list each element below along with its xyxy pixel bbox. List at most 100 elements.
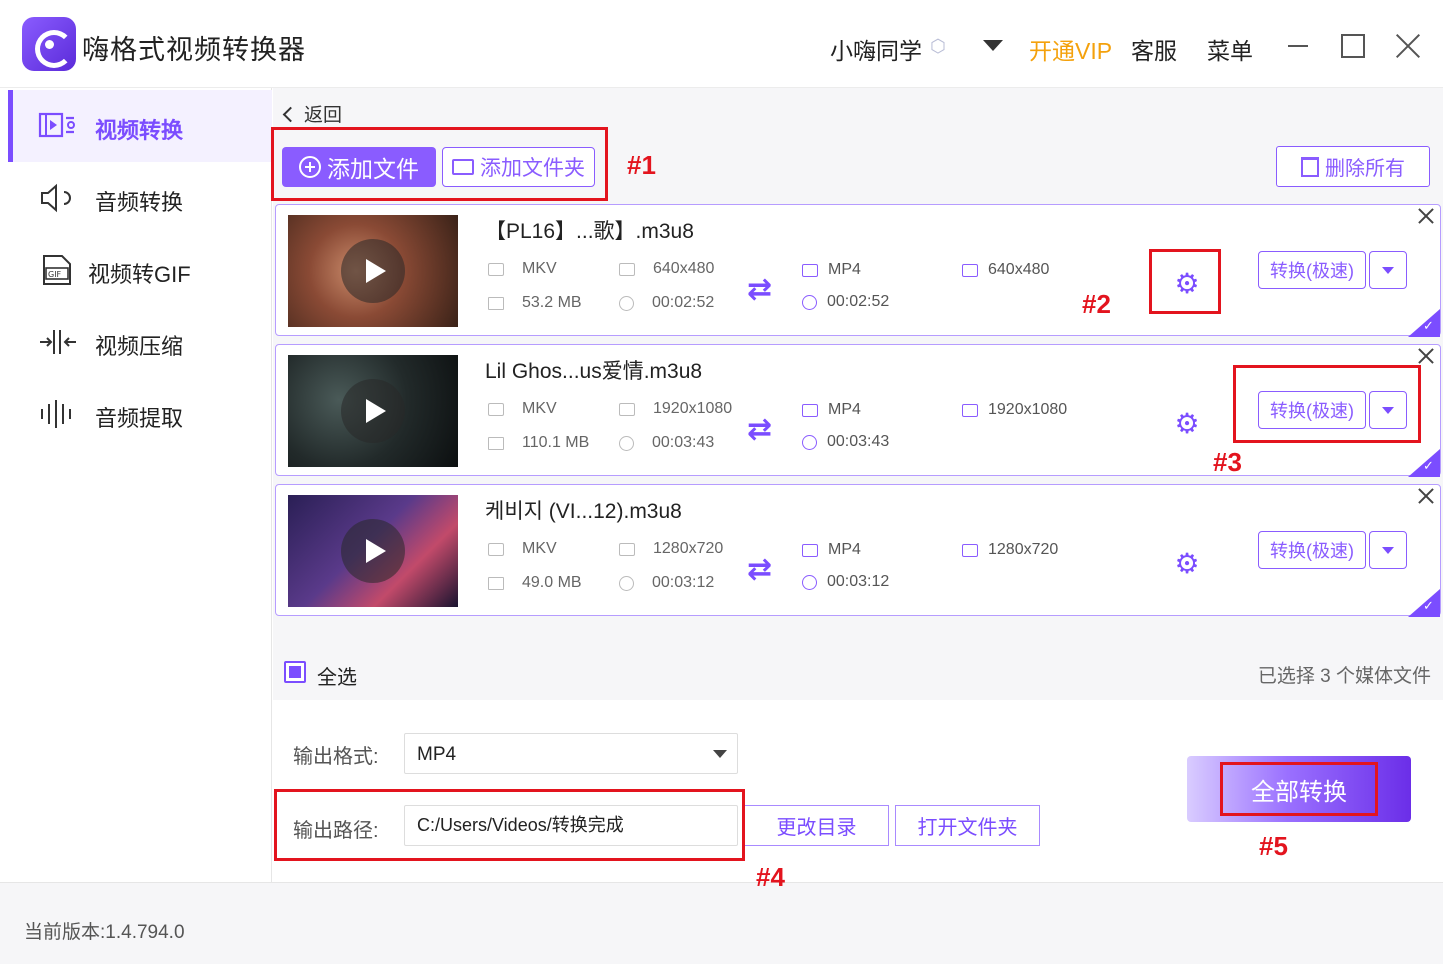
output-resolution: 640x480 — [962, 261, 1049, 279]
play-icon[interactable] — [341, 519, 405, 583]
folder-icon — [488, 296, 504, 310]
settings-gear-icon[interactable]: ⚙ — [1170, 407, 1204, 441]
remove-file-icon[interactable] — [1418, 208, 1434, 224]
menu-link[interactable]: 菜单 — [1207, 32, 1253, 66]
clock-icon — [802, 434, 817, 450]
output-format[interactable]: MP4 — [802, 261, 861, 279]
sidebar-item-label: 视频转GIF — [88, 262, 191, 287]
resolution-icon — [619, 402, 635, 416]
input-duration: 00:03:12 — [619, 574, 714, 592]
selected-count: 已选择 3 个媒体文件 — [1257, 666, 1431, 687]
select-all-row: 全选 已选择 3 个媒体文件 — [273, 644, 1443, 700]
user-name[interactable]: 小嗨同学 — [830, 32, 922, 66]
remove-file-icon[interactable] — [1418, 488, 1434, 504]
shuffle-arrows-icon: ⇄ — [747, 273, 773, 306]
maximize-button[interactable] — [1341, 34, 1365, 58]
video-thumbnail[interactable] — [288, 495, 458, 607]
film-icon — [802, 403, 818, 417]
selected-check-icon[interactable] — [1408, 589, 1440, 617]
file-card[interactable]: 【PL16】...歌】.m3u8 MKV 640x480 53.2 MB 00:… — [275, 204, 1441, 337]
output-format[interactable]: MP4 — [802, 401, 861, 419]
input-resolution: 1920x1080 — [619, 400, 732, 418]
vip-link[interactable]: 开通VIP — [1029, 32, 1112, 66]
clock-icon — [619, 435, 634, 451]
input-size: 110.1 MB — [488, 434, 589, 452]
resolution-icon — [619, 262, 635, 276]
film-icon — [488, 402, 504, 416]
input-duration: 00:02:52 — [619, 294, 714, 312]
output-duration: 00:03:12 — [802, 573, 889, 591]
shuffle-arrows-icon: ⇄ — [747, 413, 773, 446]
convert-dropdown-button[interactable] — [1369, 531, 1407, 569]
convert-dropdown-button[interactable] — [1369, 251, 1407, 289]
delete-all-button[interactable]: 删除所有 — [1276, 146, 1430, 187]
back-chevron-icon — [282, 106, 299, 123]
sidebar-item-video-compress[interactable]: 视频压缩 — [8, 306, 272, 378]
settings-gear-icon[interactable]: ⚙ — [1170, 547, 1204, 581]
trash-icon — [1301, 156, 1319, 177]
film-icon — [488, 262, 504, 276]
output-duration: 00:03:43 — [802, 433, 889, 451]
output-resolution: 1920x1080 — [962, 401, 1067, 419]
output-format-select[interactable]: MP4 — [404, 733, 738, 774]
output-format-label: 输出格式: — [293, 746, 379, 768]
sidebar: 视频转换 音频转换 GIF 视频转GIF 视频压缩 音频提取 — [0, 88, 272, 882]
audio-convert-icon — [41, 183, 71, 213]
play-icon[interactable] — [341, 239, 405, 303]
delete-all-label: 删除所有 — [1325, 158, 1405, 180]
resolution-icon — [619, 542, 635, 556]
input-format: MKV — [488, 540, 557, 558]
annotation-box-3 — [1233, 365, 1421, 443]
sidebar-item-video-gif[interactable]: GIF 视频转GIF — [8, 234, 272, 306]
app-title: 嗨格式视频转换器 — [82, 35, 306, 65]
service-link[interactable]: 客服 — [1131, 32, 1177, 66]
input-resolution: 640x480 — [619, 260, 714, 278]
convert-button[interactable]: 转换(极速) — [1258, 531, 1366, 569]
annotation-tag-3: #3 — [1213, 447, 1242, 477]
input-resolution: 1280x720 — [619, 540, 723, 558]
back-label: 返回 — [304, 105, 343, 126]
output-format[interactable]: MP4 — [802, 541, 861, 559]
video-thumbnail[interactable] — [288, 355, 458, 467]
file-card[interactable]: 케비지 (VI...12).m3u8 MKV 1280x720 49.0 MB … — [275, 484, 1441, 617]
user-badge-icon: ⬡ — [930, 36, 946, 56]
annotation-box-2 — [1149, 249, 1221, 314]
annotation-tag-4: #4 — [756, 862, 785, 892]
title-bar: 嗨格式视频转换器 小嗨同学 ⬡ 开通VIP 客服 菜单 — [0, 0, 1443, 88]
selected-check-icon[interactable] — [1408, 309, 1440, 337]
svg-text:GIF: GIF — [48, 270, 62, 279]
film-icon — [802, 543, 818, 557]
folder-icon — [488, 436, 504, 450]
annotation-tag-5: #5 — [1259, 831, 1288, 861]
remove-file-icon[interactable] — [1418, 348, 1434, 364]
file-name: Lil Ghos...us爱情.m3u8 — [485, 360, 703, 383]
shuffle-arrows-icon: ⇄ — [747, 553, 773, 586]
annotation-box-5 — [1220, 762, 1378, 816]
annotation-box-4 — [274, 789, 745, 861]
sidebar-item-audio-convert[interactable]: 音频转换 — [8, 162, 272, 234]
gif-icon: GIF — [43, 255, 71, 285]
user-dropdown-icon[interactable] — [983, 40, 1003, 51]
resolution-icon — [962, 403, 978, 417]
annotation-tag-1: #1 — [627, 150, 656, 180]
clock-icon — [802, 294, 817, 310]
close-window-button[interactable] — [1394, 32, 1422, 60]
change-directory-button[interactable]: 更改目录 — [744, 805, 889, 846]
video-thumbnail[interactable] — [288, 215, 458, 327]
back-button[interactable]: 返回 — [282, 100, 343, 127]
select-all-checkbox[interactable] — [284, 661, 306, 683]
folder-icon — [488, 576, 504, 590]
play-icon[interactable] — [341, 379, 405, 443]
input-format: MKV — [488, 400, 557, 418]
open-folder-button[interactable]: 打开文件夹 — [895, 805, 1040, 846]
sidebar-item-audio-extract[interactable]: 音频提取 — [8, 378, 272, 450]
sidebar-item-video-convert[interactable]: 视频转换 — [8, 90, 272, 162]
selected-check-icon[interactable] — [1408, 449, 1440, 477]
convert-button[interactable]: 转换(极速) — [1258, 251, 1366, 289]
file-name: 케비지 (VI...12).m3u8 — [485, 500, 682, 523]
output-format-value: MP4 — [417, 744, 457, 765]
minimize-button[interactable] — [1288, 45, 1308, 47]
video-convert-icon — [38, 112, 75, 138]
select-all-label[interactable]: 全选 — [317, 661, 357, 690]
input-duration: 00:03:43 — [619, 434, 714, 452]
